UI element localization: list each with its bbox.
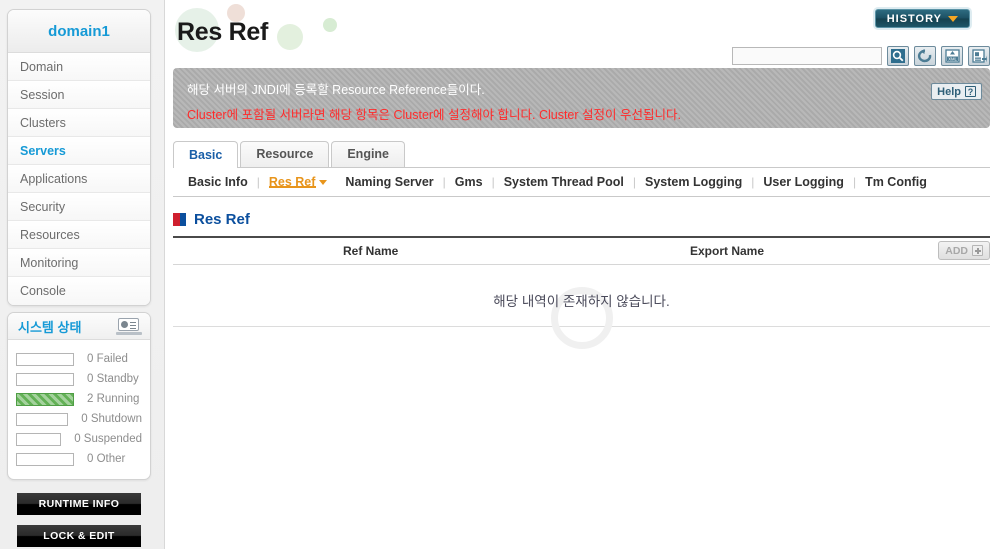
sidebar-item-monitoring[interactable]: Monitoring <box>8 249 150 277</box>
tab-basic[interactable]: Basic <box>173 141 239 168</box>
status-bar-other <box>16 452 74 466</box>
decorative-circle <box>323 18 337 32</box>
sidebar-nav-card: domain1 Domain Session Clusters Servers … <box>7 9 151 306</box>
system-status-panel: 시스템 상태 0 Failed 0 Standby 2 Running 0 Sh… <box>7 312 151 480</box>
sidebar-item-applications[interactable]: Applications <box>8 165 150 193</box>
add-button-label: ADD <box>945 244 968 257</box>
chevron-down-icon <box>319 180 328 186</box>
banner-line-1: 해당 서버의 JNDI에 등록할 Resource Reference들이다. <box>187 83 485 97</box>
res-ref-table: Ref Name Export Name ADD 해당 내역이 존재하지 않습니… <box>173 238 990 349</box>
subnav-basic-info[interactable]: Basic Info <box>179 175 257 189</box>
toolbar: XML <box>732 46 990 66</box>
svg-text:XML: XML <box>948 56 957 61</box>
tab-resource[interactable]: Resource <box>240 141 330 167</box>
add-button[interactable]: ADD <box>938 241 990 260</box>
subnav-system-logging[interactable]: System Logging <box>636 175 751 189</box>
lock-and-edit-button[interactable]: LOCK & EDIT <box>17 525 141 547</box>
sidebar-item-session[interactable]: Session <box>8 81 150 109</box>
sub-navigation: Basic Info | Res Ref Naming Server | Gms… <box>173 168 990 197</box>
sidebar-item-resources[interactable]: Resources <box>8 221 150 249</box>
refresh-icon[interactable] <box>914 46 936 66</box>
runtime-info-button[interactable]: RUNTIME INFO <box>17 493 141 515</box>
status-bar-suspended <box>16 432 62 446</box>
help-button-label: Help <box>937 85 961 98</box>
status-bar-failed <box>16 352 74 366</box>
status-row-shutdown: 0 Shutdown <box>16 409 142 429</box>
status-row-failed: 0 Failed <box>16 349 142 369</box>
sidebar-item-clusters[interactable]: Clusters <box>8 109 150 137</box>
column-header-export-name: Export Name <box>690 244 765 258</box>
status-label-failed: 0 Failed <box>87 353 128 365</box>
subnav-user-logging[interactable]: User Logging <box>754 175 853 189</box>
search-input[interactable] <box>732 47 882 65</box>
page-header: Res Ref HISTORY XML <box>165 0 1006 68</box>
page-title: Res Ref <box>177 18 268 46</box>
domain-title: domain1 <box>8 10 150 53</box>
status-label-suspended: 0 Suspended <box>74 433 142 445</box>
status-bar-standby <box>16 372 74 386</box>
empty-state-message: 해당 내역이 존재하지 않습니다. <box>493 294 670 309</box>
table-body: 해당 내역이 존재하지 않습니다. <box>173 265 990 349</box>
table-header-row: Ref Name Export Name ADD <box>173 238 990 265</box>
section-header: Res Ref <box>173 211 990 238</box>
help-button[interactable]: Help ? <box>931 83 982 100</box>
subnav-gms[interactable]: Gms <box>446 175 492 189</box>
tab-bar: Basic Resource Engine <box>173 141 990 168</box>
subnav-res-ref[interactable]: Res Ref <box>260 175 337 189</box>
search-icon[interactable] <box>887 46 909 66</box>
system-status-header: 시스템 상태 <box>8 313 150 340</box>
info-banner: 해당 서버의 JNDI에 등록할 Resource Reference들이다. … <box>173 68 990 128</box>
sidebar-item-security[interactable]: Security <box>8 193 150 221</box>
four-square-icon <box>173 213 186 226</box>
sidebar: domain1 Domain Session Clusters Servers … <box>0 0 165 549</box>
status-bar-running <box>16 392 74 406</box>
tab-engine[interactable]: Engine <box>331 141 406 167</box>
question-mark-icon: ? <box>965 86 976 97</box>
status-row-other: 0 Other <box>16 449 142 469</box>
export-xml-icon[interactable]: XML <box>941 46 963 66</box>
column-header-ref-name: Ref Name <box>343 244 399 258</box>
plus-icon <box>972 245 983 256</box>
status-row-suspended: 0 Suspended <box>16 429 142 449</box>
subnav-system-thread-pool[interactable]: System Thread Pool <box>495 175 633 189</box>
section-title: Res Ref <box>194 211 250 228</box>
system-status-list: 0 Failed 0 Standby 2 Running 0 Shutdown <box>8 340 150 479</box>
laptop-chart-icon[interactable] <box>116 317 142 335</box>
banner-line-2: Cluster에 포함될 서버라면 해당 항목은 Cluster에 설정해야 합… <box>187 108 681 122</box>
sidebar-item-servers[interactable]: Servers <box>8 137 150 165</box>
status-row-standby: 0 Standby <box>16 369 142 389</box>
history-button-label: HISTORY <box>886 12 942 25</box>
active-underline <box>268 186 317 188</box>
chevron-down-icon <box>948 15 958 22</box>
history-button[interactable]: HISTORY <box>874 9 970 28</box>
export-report-icon[interactable] <box>968 46 990 66</box>
subnav-tm-config[interactable]: Tm Config <box>856 175 936 189</box>
subnav-naming-server[interactable]: Naming Server <box>336 175 442 189</box>
status-label-running: 2 Running <box>87 393 140 405</box>
main-content: Res Ref HISTORY XML 해당 서버의 JNDI에 등록할 Res… <box>165 0 1006 549</box>
status-label-shutdown: 0 Shutdown <box>81 413 142 425</box>
status-bar-shutdown <box>16 412 69 426</box>
sidebar-item-console[interactable]: Console <box>8 277 150 305</box>
console-page: domain1 Domain Session Clusters Servers … <box>0 0 1006 549</box>
status-label-other: 0 Other <box>87 453 126 465</box>
system-status-title: 시스템 상태 <box>18 319 82 335</box>
sidebar-item-domain[interactable]: Domain <box>8 53 150 81</box>
decorative-circle <box>277 24 303 50</box>
status-row-running: 2 Running <box>16 389 142 409</box>
status-label-standby: 0 Standby <box>87 373 139 385</box>
